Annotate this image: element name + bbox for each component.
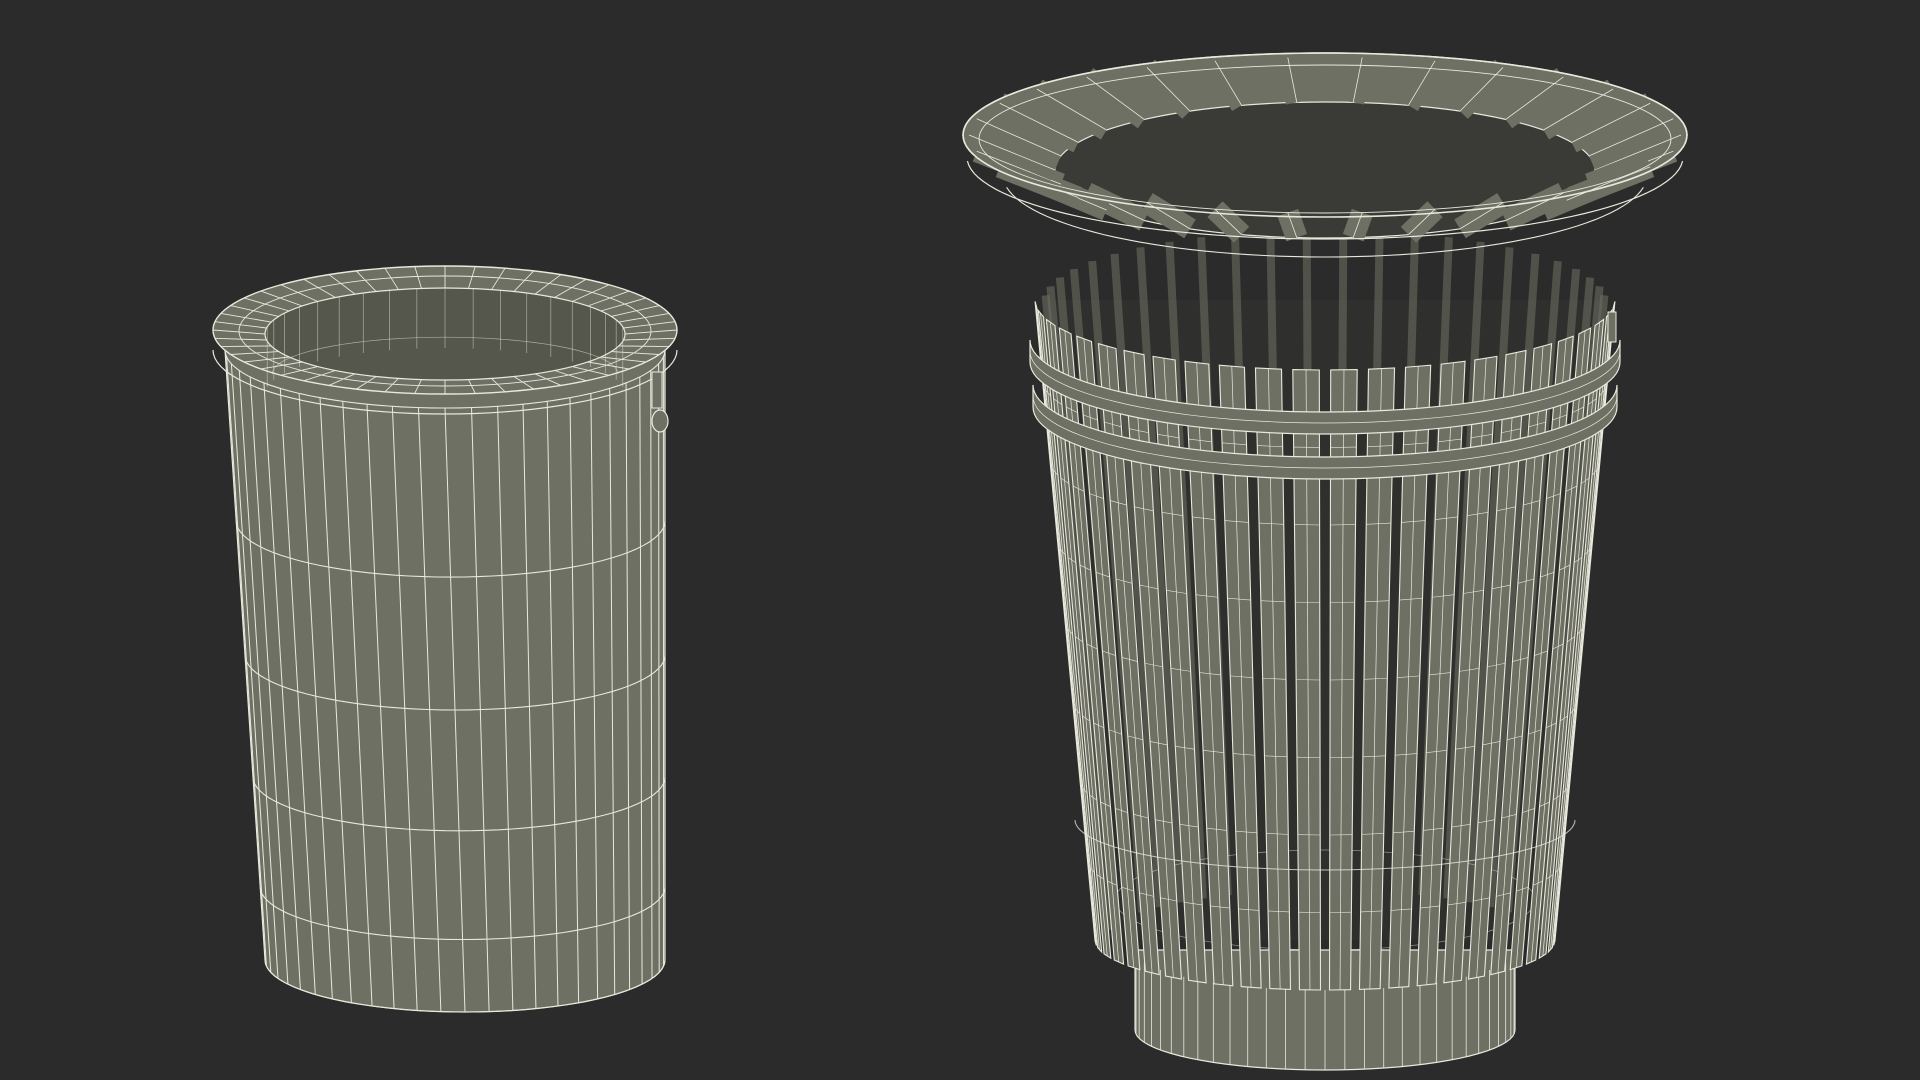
- side-latch: [1607, 311, 1617, 343]
- render-viewport: [0, 0, 1920, 1080]
- hinge-knob: [651, 409, 669, 433]
- slatted-flared-bin: [962, 52, 1688, 1071]
- hinge-bracket: [651, 371, 663, 409]
- bin-body: [224, 349, 666, 1013]
- solid-cylinder-bin: [212, 265, 678, 1013]
- wireframe-scene: [212, 52, 1688, 1071]
